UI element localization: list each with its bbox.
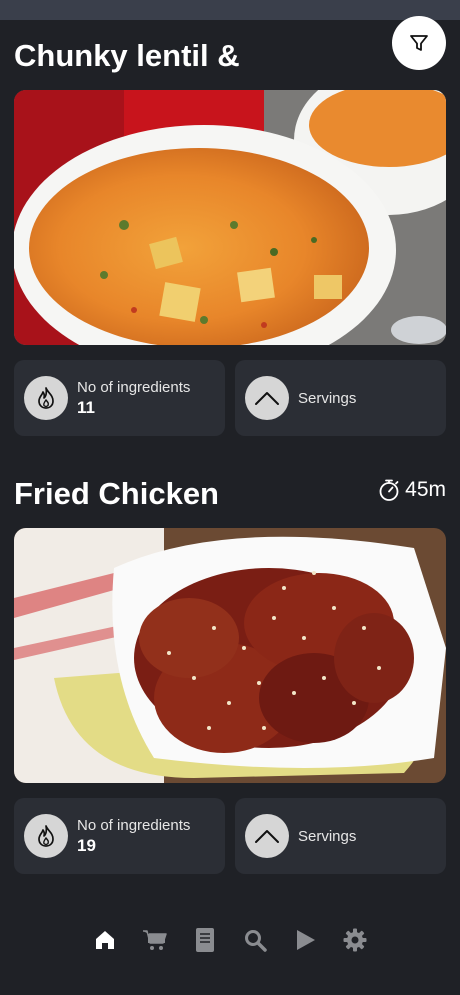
settings-icon [343, 928, 367, 951]
play-icon [297, 929, 315, 950]
ingredients-label: No of ingredients [77, 378, 191, 396]
ingredients-count: 11 [77, 397, 95, 417]
recipe-card[interactable]: Chunky lentil & No of ingredients 11 Ser… [0, 16, 460, 458]
stopwatch-icon [379, 479, 399, 501]
cook-time-value: 45m [405, 478, 446, 501]
bottom-nav [0, 894, 460, 995]
filter-button[interactable] [392, 16, 446, 70]
book-icon [196, 927, 214, 952]
fried-chicken-photo [14, 528, 446, 783]
soup-bowl-photo [14, 90, 446, 345]
recipe-title: Chunky lentil & [14, 38, 240, 73]
servings-label: Servings [298, 827, 357, 845]
ingredients-label: No of ingredients [77, 816, 191, 834]
home-icon [96, 930, 114, 949]
app-screen: Chunky lentil & No of ingredients 11 Ser… [0, 0, 460, 995]
flame-icon [24, 376, 68, 420]
chevron-up-icon [245, 814, 289, 858]
recipe-title: Fried Chicken [14, 476, 219, 511]
nav-cart[interactable] [142, 927, 168, 953]
servings-label: Servings [298, 389, 357, 407]
ingredients-tile[interactable]: No of ingredients 19 [14, 798, 225, 874]
recipe-image[interactable] [14, 90, 446, 345]
search-icon [245, 929, 267, 952]
chevron-up-icon [245, 376, 289, 420]
nav-search[interactable] [242, 927, 268, 953]
servings-tile[interactable]: Servings [235, 798, 446, 874]
recipe-image[interactable] [14, 528, 446, 783]
filter-icon [410, 35, 428, 51]
nav-home[interactable] [92, 927, 118, 953]
flame-icon [24, 814, 68, 858]
recipe-card[interactable]: Fried Chicken 45m No of ingredients 19 S… [0, 458, 460, 894]
ingredients-tile[interactable]: No of ingredients 11 [14, 360, 225, 436]
nav-videos[interactable] [292, 927, 318, 953]
servings-tile[interactable]: Servings [235, 360, 446, 436]
cook-time: 45m [377, 478, 446, 502]
nav-settings[interactable] [342, 927, 368, 953]
ingredients-count: 19 [77, 835, 96, 855]
cart-icon [143, 929, 167, 950]
nav-recipes[interactable] [192, 927, 218, 953]
